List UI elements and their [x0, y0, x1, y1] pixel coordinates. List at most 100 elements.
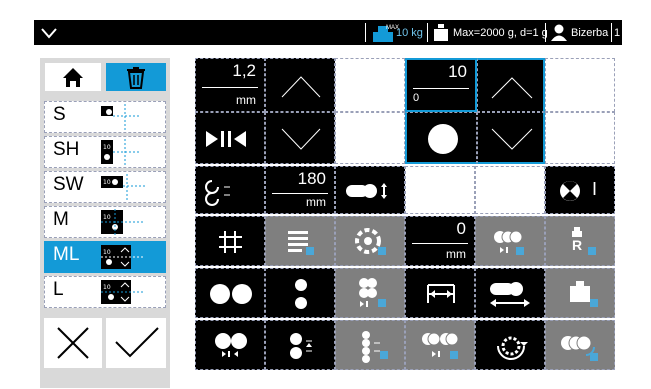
close-icon	[57, 327, 89, 359]
user-name[interactable]: Bizerba	[571, 20, 608, 45]
blade-toggle-label: I	[592, 179, 598, 199]
two-dots-vertical-icon	[295, 279, 307, 309]
status-bar: MAX 10 kg Max=2000 g, d=1 g Bizerba 1	[34, 20, 622, 45]
home-button[interactable]	[45, 63, 101, 91]
weight-r-label: R	[572, 237, 583, 253]
speed-setting-button[interactable]	[195, 166, 265, 214]
delete-button[interactable]	[106, 63, 166, 91]
pusher-width-button[interactable]	[475, 268, 545, 318]
menu-item-l[interactable]: L 10	[44, 276, 166, 308]
shingle-stop-button[interactable]	[335, 268, 405, 318]
offset-unit: mm	[446, 247, 466, 261]
mini-badge-text: 10	[103, 284, 111, 291]
double-stack-stop-button[interactable]	[405, 320, 475, 370]
check-icon	[115, 327, 159, 358]
count-mode-button[interactable]	[405, 112, 477, 164]
chevron-down-icon	[491, 128, 533, 150]
stack-speed-button[interactable]	[335, 320, 405, 370]
slice-layout-icon: 10	[101, 209, 145, 235]
width-arrow-icon	[427, 284, 455, 303]
spiral-lock-icon	[355, 228, 386, 255]
two-circles-icon	[210, 284, 252, 304]
slice-layout-icon: 10	[101, 139, 141, 165]
count-decrease-button[interactable]	[477, 112, 545, 164]
user-icon	[551, 24, 567, 41]
empty-cell	[335, 58, 405, 112]
blade-icon	[560, 181, 580, 201]
stop-slice-icon	[206, 131, 246, 147]
offset-value: 0	[456, 219, 466, 238]
chevron-down-icon[interactable]	[40, 25, 58, 41]
list-button[interactable]	[265, 216, 335, 266]
thickness-unit: mm	[236, 93, 256, 107]
count-min: 0	[413, 92, 420, 104]
rotate-blade-icon	[497, 336, 528, 360]
chevron-up-icon	[491, 77, 533, 99]
empty-cell	[475, 166, 545, 214]
thickness-value: 1,2	[232, 61, 256, 80]
count-value: 10	[448, 62, 467, 81]
dots-speed-icon	[290, 333, 312, 359]
rotation-button[interactable]	[475, 320, 545, 370]
menu-item-label: L	[53, 279, 64, 300]
shingle-rotation-lock-icon	[561, 335, 598, 361]
home-icon	[63, 68, 83, 87]
empty-cell	[335, 112, 405, 164]
menu-item-ml[interactable]: ML 10	[44, 241, 166, 273]
offset-field[interactable]: 0 mm	[405, 216, 475, 266]
vertical-speed-button[interactable]	[265, 320, 335, 370]
stack-stop-lock-icon	[494, 230, 524, 255]
pusher-width-icon	[490, 282, 530, 307]
mini-badge-text: 10	[103, 179, 111, 186]
weight-r-button[interactable]: R	[545, 216, 615, 266]
shingle-rotation-button[interactable]	[545, 320, 615, 370]
menu-item-label: ML	[53, 244, 80, 265]
distance-unit: mm	[306, 195, 326, 209]
thickness-increase-button[interactable]	[265, 58, 335, 112]
count-field[interactable]: 10 0	[405, 58, 477, 112]
vertical-portions-button[interactable]	[265, 268, 335, 318]
two-portions-stop-button[interactable]	[195, 320, 265, 370]
slice-layout-icon: 10	[101, 245, 145, 269]
menu-item-label: M	[53, 209, 69, 230]
menu-item-label: SW	[53, 174, 84, 195]
empty-cell	[545, 58, 615, 112]
two-portions-button[interactable]	[195, 268, 265, 318]
slice-layout-icon: 10	[101, 174, 145, 200]
pusher-icon	[346, 183, 387, 199]
list-lock-icon	[288, 231, 314, 255]
mini-badge-text: 10	[103, 214, 111, 221]
distance-field[interactable]: 180 mm	[265, 166, 335, 214]
menu-item-sw[interactable]: SW 10	[44, 171, 166, 203]
chevron-up-icon	[281, 76, 321, 98]
spiral-button[interactable]	[335, 216, 405, 266]
mini-badge-text: 10	[103, 144, 111, 151]
menu-item-sh[interactable]: SH 10	[44, 136, 166, 168]
pusher-toggle-button[interactable]	[335, 166, 405, 214]
thickness-field[interactable]: 1,2 mm	[195, 58, 265, 112]
thickness-decrease-button[interactable]	[265, 112, 335, 164]
menu-item-label: S	[53, 104, 66, 125]
menu-item-m[interactable]: M 10	[44, 206, 166, 238]
menu-item-s[interactable]: S	[44, 101, 166, 133]
two-circles-stop-icon	[215, 333, 247, 357]
weight-icon	[434, 24, 448, 41]
confirm-button[interactable]	[106, 318, 166, 368]
rotation-speed-icon	[205, 180, 230, 206]
stack-stop-button[interactable]	[475, 216, 545, 266]
distance-value: 180	[297, 169, 326, 188]
count-increase-button[interactable]	[477, 58, 545, 112]
slice-layout-icon: 10	[101, 280, 145, 304]
scale-button[interactable]	[545, 268, 615, 318]
stop-button[interactable]	[195, 112, 265, 164]
circle-icon	[428, 124, 458, 154]
width-button[interactable]	[405, 268, 475, 318]
tare-value: 10 kg	[396, 26, 423, 39]
cancel-button[interactable]	[44, 318, 102, 368]
double-stack-stop-lock-icon	[422, 332, 459, 359]
trash-icon	[127, 67, 145, 89]
empty-cell	[545, 112, 615, 164]
grid-button[interactable]	[195, 216, 265, 266]
blade-toggle-button[interactable]: I	[545, 166, 615, 214]
product-type-panel: S SH 10 SW 10 M 10 ML 10 L 10	[40, 58, 170, 388]
